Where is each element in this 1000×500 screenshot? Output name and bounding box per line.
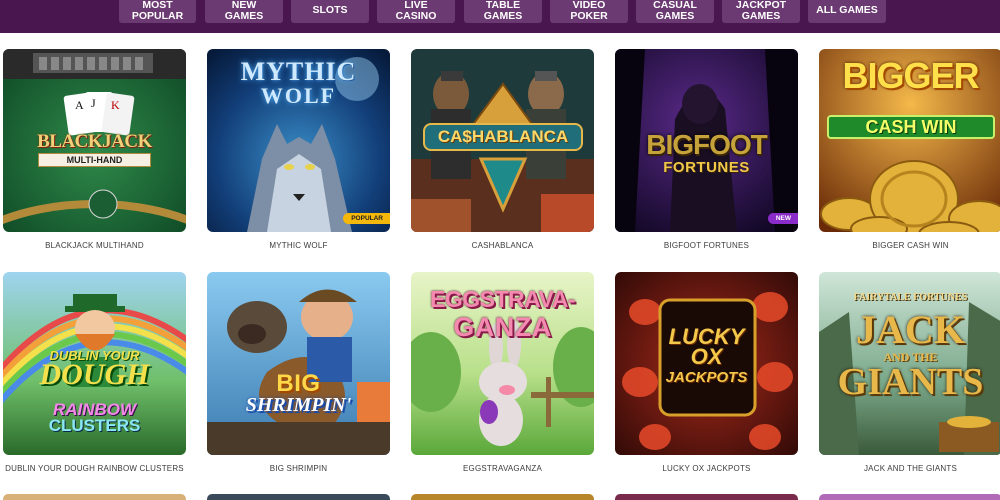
nav-jackpot-games[interactable]: JACKPOT GAMES [722, 0, 800, 23]
blackjack-logo: BLACKJACK [37, 131, 152, 152]
dublin-logo-dough: dough [39, 358, 150, 391]
mythic-wolf-logo-sub: WOLF [260, 83, 337, 108]
bigfoot-logo-sub: FORTUNES [663, 159, 750, 176]
game-caption[interactable]: BIGGER CASH WIN [819, 241, 1000, 250]
nav-casual-games[interactable]: CASUAL GAMES [636, 0, 714, 23]
lucky-ox-logo-ox: OX [690, 344, 723, 369]
game-tile-cashablanca[interactable]: CA$HABLANCA [411, 49, 594, 232]
game-caption[interactable]: CASHABLANCA [411, 241, 594, 250]
game-caption[interactable]: BLACKJACK MULTIHAND [3, 241, 186, 250]
nav-live-casino[interactable]: LIVE CASINO [377, 0, 455, 23]
nav-label: GAMES [655, 9, 695, 22]
nav-label: NEW [231, 0, 257, 11]
bigger-cash-win-logo: BIGGER [842, 55, 979, 96]
nav-label: SLOTS [312, 4, 348, 16]
popular-badge: POPULAR [343, 213, 390, 224]
game-tile-bigger-cash-win[interactable]: BIGGER CASH WIN [819, 49, 1000, 232]
game-caption[interactable]: JACK AND THE GIANTS [819, 464, 1000, 473]
game-caption[interactable]: MYTHIC WOLF [207, 241, 390, 250]
nav-table-games[interactable]: TABLE GAMES [464, 0, 542, 23]
game-tile-bigfoot[interactable]: BIGFOOT FORTUNES NEW [615, 49, 798, 232]
big-shrimpin-artwork [207, 272, 390, 455]
jack-giants-logo: JACK [856, 307, 965, 352]
nav-label: JACKPOT [735, 0, 787, 11]
nav-label: CASINO [395, 9, 437, 22]
game-tile-lucky-ox[interactable]: LUCKY OX JACKPOTS [615, 272, 798, 455]
game-caption[interactable]: DUBLIN YOUR DOUGH RAINBOW CLUSTERS [3, 464, 186, 473]
game-tile-partial[interactable] [3, 494, 186, 500]
new-badge: NEW [767, 213, 798, 224]
game-caption[interactable]: LUCKY OX JACKPOTS [615, 464, 798, 473]
game-tile-big-shrimpin[interactable]: BIG Shrimpin' [207, 272, 390, 455]
game-tile-partial[interactable] [615, 494, 798, 500]
lucky-ox-logo-sub: JACKPOTS [665, 369, 748, 386]
jack-giants-logo-sub: GIANTS [837, 361, 984, 403]
nav-label: ALL GAMES [816, 4, 878, 16]
game-tile-blackjack[interactable]: A J K BLACKJACK MULTI-HAND [3, 49, 186, 232]
game-tile-jack-giants[interactable]: FAIRYTALE FORTUNES JACK AND THE GIANTS [819, 272, 1000, 455]
bigger-cash-win-logo-sub: CASH WIN [827, 115, 995, 139]
nav-label: CASUAL [653, 0, 697, 11]
game-tile-partial[interactable] [207, 494, 390, 500]
eggstravaganza-logo: EGGSTRAVA- [430, 286, 575, 312]
big-shrimpin-logo-sub: Shrimpin' [245, 394, 352, 416]
blackjack-logo-sub: MULTI-HAND [38, 153, 151, 167]
nav-most-popular[interactable]: MOST POPULAR [119, 0, 196, 23]
svg-text:K: K [111, 98, 120, 112]
game-tile-eggstravaganza[interactable]: EGGSTRAVA- GANZA [411, 272, 594, 455]
nav-label: LIVE [404, 0, 428, 11]
nav-slots[interactable]: SLOTS [291, 0, 369, 23]
svg-text:A: A [75, 98, 84, 112]
nav-label: GAMES [483, 9, 523, 22]
game-tile-mythic-wolf[interactable]: MYTHIC WOLF POPULAR [207, 49, 390, 232]
nav-video-poker[interactable]: VIDEO POKER [550, 0, 628, 23]
dublin-logo-clusters: CLUSTERS [48, 416, 141, 435]
nav-label: POPULAR [131, 9, 184, 22]
game-caption[interactable]: BIG SHRIMPIN [207, 464, 390, 473]
game-caption[interactable]: EGGSTRAVAGANZA [411, 464, 594, 473]
cashablanca-logo: CA$HABLANCA [423, 123, 583, 151]
nav-label: TABLE [485, 0, 521, 11]
nav-new-games[interactable]: NEW GAMES [205, 0, 283, 23]
svg-text:J: J [91, 96, 96, 110]
bigfoot-logo: BIGFOOT [646, 129, 768, 160]
eggstravaganza-logo-sub: GANZA [453, 312, 552, 342]
nav-all-games[interactable]: ALL GAMES [808, 0, 886, 23]
jack-giants-logo-top: FAIRYTALE FORTUNES [853, 292, 968, 303]
category-nav: MOST POPULAR NEW GAMES SLOTS LIVE CASINO TA… [0, 0, 1000, 33]
nav-label: VIDEO [572, 0, 606, 11]
game-tile-partial[interactable] [411, 494, 594, 500]
game-caption[interactable]: BIGFOOT FORTUNES [615, 241, 798, 250]
game-tile-partial[interactable] [819, 494, 1000, 500]
game-tile-dublin[interactable]: Dublin your dough Rainbow CLUSTERS [3, 272, 186, 455]
nav-label: MOST [142, 0, 173, 11]
nav-label: GAMES [224, 9, 264, 22]
nav-label: POKER [570, 9, 608, 22]
nav-label: GAMES [741, 9, 781, 22]
